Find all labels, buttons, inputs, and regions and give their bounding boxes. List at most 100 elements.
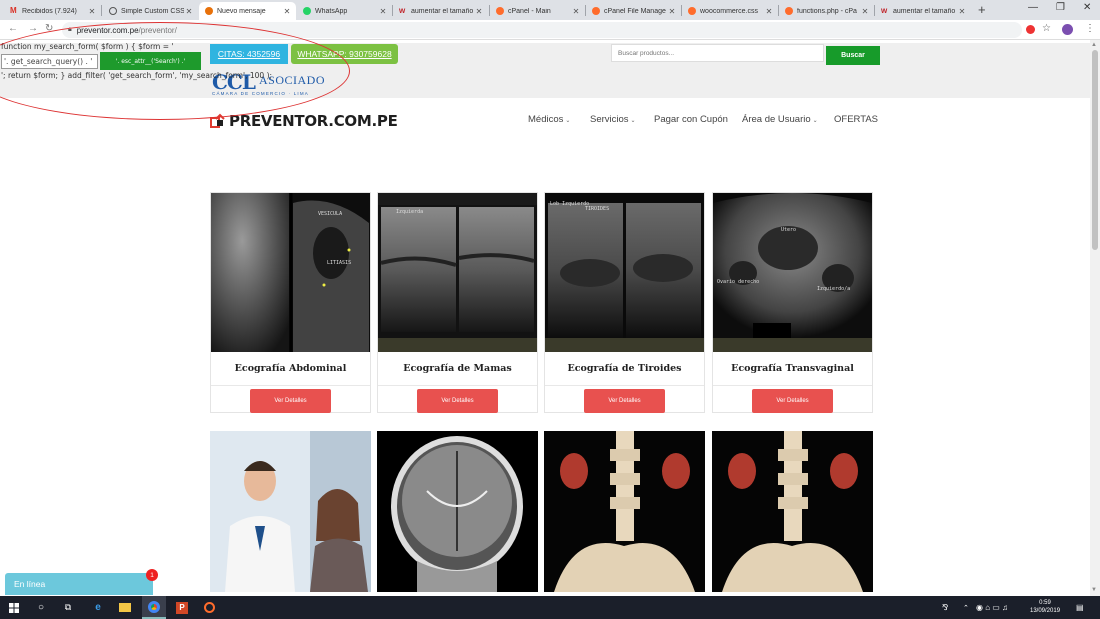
- chat-widget[interactable]: En línea: [5, 573, 153, 595]
- forward-icon[interactable]: →: [28, 23, 38, 34]
- nav-area-usuario[interactable]: Área de Usuario ⌄: [742, 114, 818, 125]
- close-icon[interactable]: ✕: [184, 7, 194, 16]
- minimize-icon[interactable]: —: [1028, 2, 1038, 13]
- globe-icon: [109, 7, 117, 15]
- close-icon[interactable]: ✕: [87, 7, 97, 16]
- windows-start-icon[interactable]: [4, 596, 24, 619]
- ultrasound-image[interactable]: Utero Ovario derecho Izquierdo/a: [713, 193, 872, 352]
- chevron-down-icon: ⌄: [630, 118, 636, 124]
- close-window-icon[interactable]: ✕: [1083, 2, 1091, 13]
- nav-label: Médicos: [528, 114, 564, 125]
- image-label: Izquierda: [396, 209, 423, 215]
- image-label: Izquierdo/a: [817, 286, 850, 292]
- ultrasound-image[interactable]: Lob Izquierdo TIROIDES: [545, 193, 704, 352]
- scroll-up-icon[interactable]: ▲: [1091, 42, 1097, 48]
- nav-servicios[interactable]: Servicios ⌄: [590, 114, 636, 125]
- spine-3d-image[interactable]: [544, 431, 705, 592]
- close-icon[interactable]: ✕: [378, 7, 388, 16]
- image-label: Utero: [781, 227, 796, 233]
- product-card[interactable]: Lob Izquierdo TIROIDES Ecografía de Tiro…: [544, 192, 705, 413]
- chevron-up-icon[interactable]: ⌃: [963, 596, 969, 619]
- tab-title: woocommerce.css: [700, 7, 758, 15]
- nav-pagar-cupon[interactable]: Pagar con Cupón: [654, 114, 728, 125]
- tab-cpanel-main[interactable]: cPanel - Main ✕: [490, 2, 585, 20]
- task-view-icon[interactable]: ⧉: [58, 596, 78, 619]
- tab-title: Nuevo mensaje: [217, 7, 266, 15]
- close-icon[interactable]: ✕: [860, 7, 870, 16]
- ver-detalles-button[interactable]: Ver Detalles: [584, 389, 665, 413]
- scroll-thumb[interactable]: [1092, 50, 1098, 250]
- notification-badge: 1: [146, 569, 158, 581]
- kebab-menu-icon[interactable]: ⋮: [1085, 23, 1095, 34]
- cpanel-icon: [205, 7, 213, 15]
- ver-detalles-button[interactable]: Ver Detalles: [417, 389, 498, 413]
- chevron-down-icon: ⌄: [812, 118, 818, 124]
- search-button[interactable]: Buscar: [826, 46, 880, 65]
- close-icon[interactable]: ✕: [667, 7, 677, 16]
- powerpoint-icon[interactable]: P: [172, 596, 192, 619]
- tray-icons[interactable]: ◉ ⌂ ▭ ♫: [976, 596, 1008, 619]
- tab-aumentar-tamano[interactable]: w aumentar el tamaño ✕: [393, 2, 488, 20]
- chrome-icon[interactable]: [142, 596, 166, 619]
- product-card[interactable]: Utero Ovario derecho Izquierdo/a Ecograf…: [712, 192, 873, 413]
- tab-title: cPanel File Manage: [604, 7, 666, 15]
- tab-title: WhatsApp: [315, 7, 348, 15]
- windows-taskbar: ○ ⧉ e P ⅋ ⌃ ◉ ⌂ ▭ ♫ 0:59 13/09/2019 ▤: [0, 596, 1100, 619]
- new-tab-button[interactable]: +: [978, 2, 986, 17]
- search-icon[interactable]: ○: [31, 596, 51, 619]
- nav-ofertas[interactable]: OFERTAS: [834, 114, 878, 125]
- product-title[interactable]: Ecografía Abdominal: [211, 363, 370, 374]
- tab-simple-custom-css[interactable]: Simple Custom CSS ✕: [103, 2, 198, 20]
- image-label: LITIASIS: [327, 260, 351, 266]
- close-icon[interactable]: ✕: [571, 7, 581, 16]
- scroll-down-icon[interactable]: ▼: [1091, 587, 1097, 593]
- close-icon[interactable]: ✕: [282, 7, 292, 16]
- wordpress-icon: w: [881, 6, 888, 15]
- star-icon[interactable]: ☆: [1042, 23, 1051, 34]
- close-icon[interactable]: ✕: [764, 7, 774, 16]
- nav-medicos[interactable]: Médicos ⌄: [528, 114, 570, 125]
- notification-center-icon[interactable]: ▤: [1076, 596, 1084, 619]
- back-icon[interactable]: ←: [8, 23, 18, 34]
- image-label: Lob Izquierdo: [550, 201, 589, 207]
- tab-gmail[interactable]: M Recibidos (7.924) ✕: [4, 2, 101, 20]
- cpanel-icon: [496, 7, 504, 15]
- system-clock[interactable]: 0:59 13/09/2019: [1030, 599, 1060, 615]
- edge-icon[interactable]: e: [88, 596, 108, 619]
- doctor-patient-image[interactable]: [210, 431, 371, 592]
- product-title[interactable]: Ecografía de Tiroides: [545, 363, 704, 374]
- clock-time: 0:59: [1039, 600, 1051, 606]
- tab-aumentar-tamano-2[interactable]: w aumentar el tamaño ✕: [875, 2, 971, 20]
- tab-title: Simple Custom CSS: [121, 7, 184, 15]
- product-card[interactable]: VESICULA LITIASIS Ecografía Abdominal Ve…: [210, 192, 371, 413]
- tab-nuevo-mensaje[interactable]: Nuevo mensaje ✕: [199, 2, 296, 20]
- cpanel-icon: [785, 7, 793, 15]
- restore-icon[interactable]: ❐: [1056, 2, 1065, 13]
- tab-cpanel-file-manager[interactable]: cPanel File Manage ✕: [586, 2, 681, 20]
- close-icon[interactable]: ✕: [957, 7, 967, 16]
- close-icon[interactable]: ✕: [474, 7, 484, 16]
- nav-label: OFERTAS: [834, 114, 878, 125]
- ver-detalles-button[interactable]: Ver Detalles: [752, 389, 833, 413]
- page-scrollbar[interactable]: ▲ ▼: [1090, 40, 1100, 596]
- extension-icon[interactable]: [1026, 25, 1035, 34]
- app-icon[interactable]: [199, 596, 219, 619]
- file-explorer-icon[interactable]: [115, 596, 135, 619]
- tab-functions-php[interactable]: functions.php - cPa ✕: [779, 2, 874, 20]
- nav-label: Pagar con Cupón: [654, 114, 728, 125]
- product-search-input[interactable]: [611, 44, 824, 62]
- ultrasound-image[interactable]: VESICULA LITIASIS: [211, 193, 370, 352]
- profile-icon[interactable]: [1062, 24, 1073, 35]
- people-icon[interactable]: ⅋: [942, 596, 948, 619]
- clock-date: 13/09/2019: [1030, 608, 1061, 614]
- tab-woocommerce-css[interactable]: woocommerce.css ✕: [682, 2, 778, 20]
- spine-3d-image[interactable]: [712, 431, 873, 592]
- product-title[interactable]: Ecografía Transvaginal: [713, 363, 872, 374]
- product-title[interactable]: Ecografía de Mamas: [378, 363, 537, 374]
- tab-whatsapp[interactable]: WhatsApp ✕: [297, 2, 392, 20]
- ultrasound-image[interactable]: Izquierda: [378, 193, 537, 352]
- brain-ct-image[interactable]: [377, 431, 538, 592]
- ver-detalles-button[interactable]: Ver Detalles: [250, 389, 331, 413]
- product-card[interactable]: Izquierda Ecografía de Mamas Ver Detalle…: [377, 192, 538, 413]
- tab-title: functions.php - cPa: [797, 7, 857, 15]
